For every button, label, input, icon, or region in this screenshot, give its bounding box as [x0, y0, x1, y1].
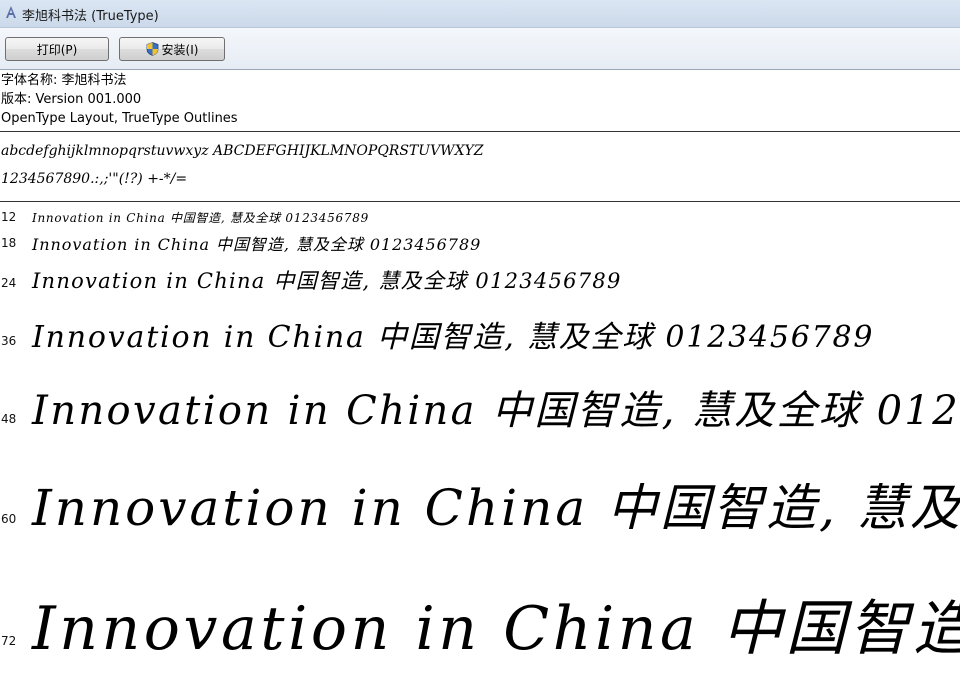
install-button[interactable]: 安装(I): [119, 37, 225, 61]
font-info: 字体名称: 李旭科书法 版本: Version 001.000 OpenType…: [0, 71, 960, 128]
sample-size-label: 60: [1, 512, 17, 526]
sample-text: Innovation in China 中国智造, 慧及全球 012345678…: [32, 211, 369, 225]
divider: [0, 131, 960, 132]
title-bar: 李旭科书法 (TrueType): [0, 0, 960, 28]
sample-row-72: 72 Innovation in China 中国智造, 慧及全球 012345…: [0, 568, 960, 688]
sample-size-label: 18: [1, 236, 17, 250]
sample-row-18: 18 Innovation in China 中国智造, 慧及全球 012345…: [0, 228, 960, 256]
sample-text: Innovation in China 中国智造, 慧及全球 012345678…: [32, 320, 875, 355]
sample-text: Innovation in China 中国智造, 慧及全球 012345678…: [32, 479, 960, 537]
charset-digits-symbols: 1234567890.:,;'"(!?) +-*/=: [1, 171, 188, 187]
charset-letters: abcdefghijklmnopqrstuvwxyz ABCDEFGHIJKLM…: [1, 143, 484, 159]
sample-text: Innovation in China 中国智造, 慧及全球 012345678…: [32, 269, 622, 293]
sample-area: 12 Innovation in China 中国智造, 慧及全球 012345…: [0, 202, 960, 700]
sample-text: Innovation in China 中国智造, 慧及全球 012345678…: [32, 594, 960, 664]
sample-size-label: 48: [1, 412, 17, 426]
font-file-icon: [6, 6, 16, 18]
sample-row-60: 60 Innovation in China 中国智造, 慧及全球 012345…: [0, 458, 960, 554]
font-version-line: 版本: Version 001.000: [1, 92, 142, 107]
font-name-line: 字体名称: 李旭科书法: [1, 73, 127, 88]
sample-size-label: 24: [1, 276, 17, 290]
sample-row-48: 48 Innovation in China 中国智造, 慧及全球 012345…: [0, 370, 960, 446]
sample-text: Innovation in China 中国智造, 慧及全球 012345678…: [32, 235, 482, 254]
sample-row-12: 12 Innovation in China 中国智造, 慧及全球 012345…: [0, 206, 960, 226]
sample-size-label: 72: [1, 634, 17, 648]
print-button[interactable]: 打印(P): [5, 37, 109, 61]
font-type-line: OpenType Layout, TrueType Outlines: [1, 111, 238, 126]
sample-row-36: 36 Innovation in China 中国智造, 慧及全球 012345…: [0, 306, 960, 362]
toolbar: 打印(P) 安装(I): [0, 28, 960, 70]
sample-size-label: 12: [1, 210, 17, 224]
install-button-label: 安装(I): [161, 42, 199, 57]
window-title: 李旭科书法 (TrueType): [22, 9, 159, 24]
print-button-label: 打印(P): [36, 42, 78, 57]
sample-size-label: 36: [1, 334, 17, 348]
sample-text: Innovation in China 中国智造, 慧及全球 012345678…: [32, 388, 960, 434]
sample-row-24: 24 Innovation in China 中国智造, 慧及全球 012345…: [0, 260, 960, 300]
uac-shield-icon: [146, 42, 158, 56]
